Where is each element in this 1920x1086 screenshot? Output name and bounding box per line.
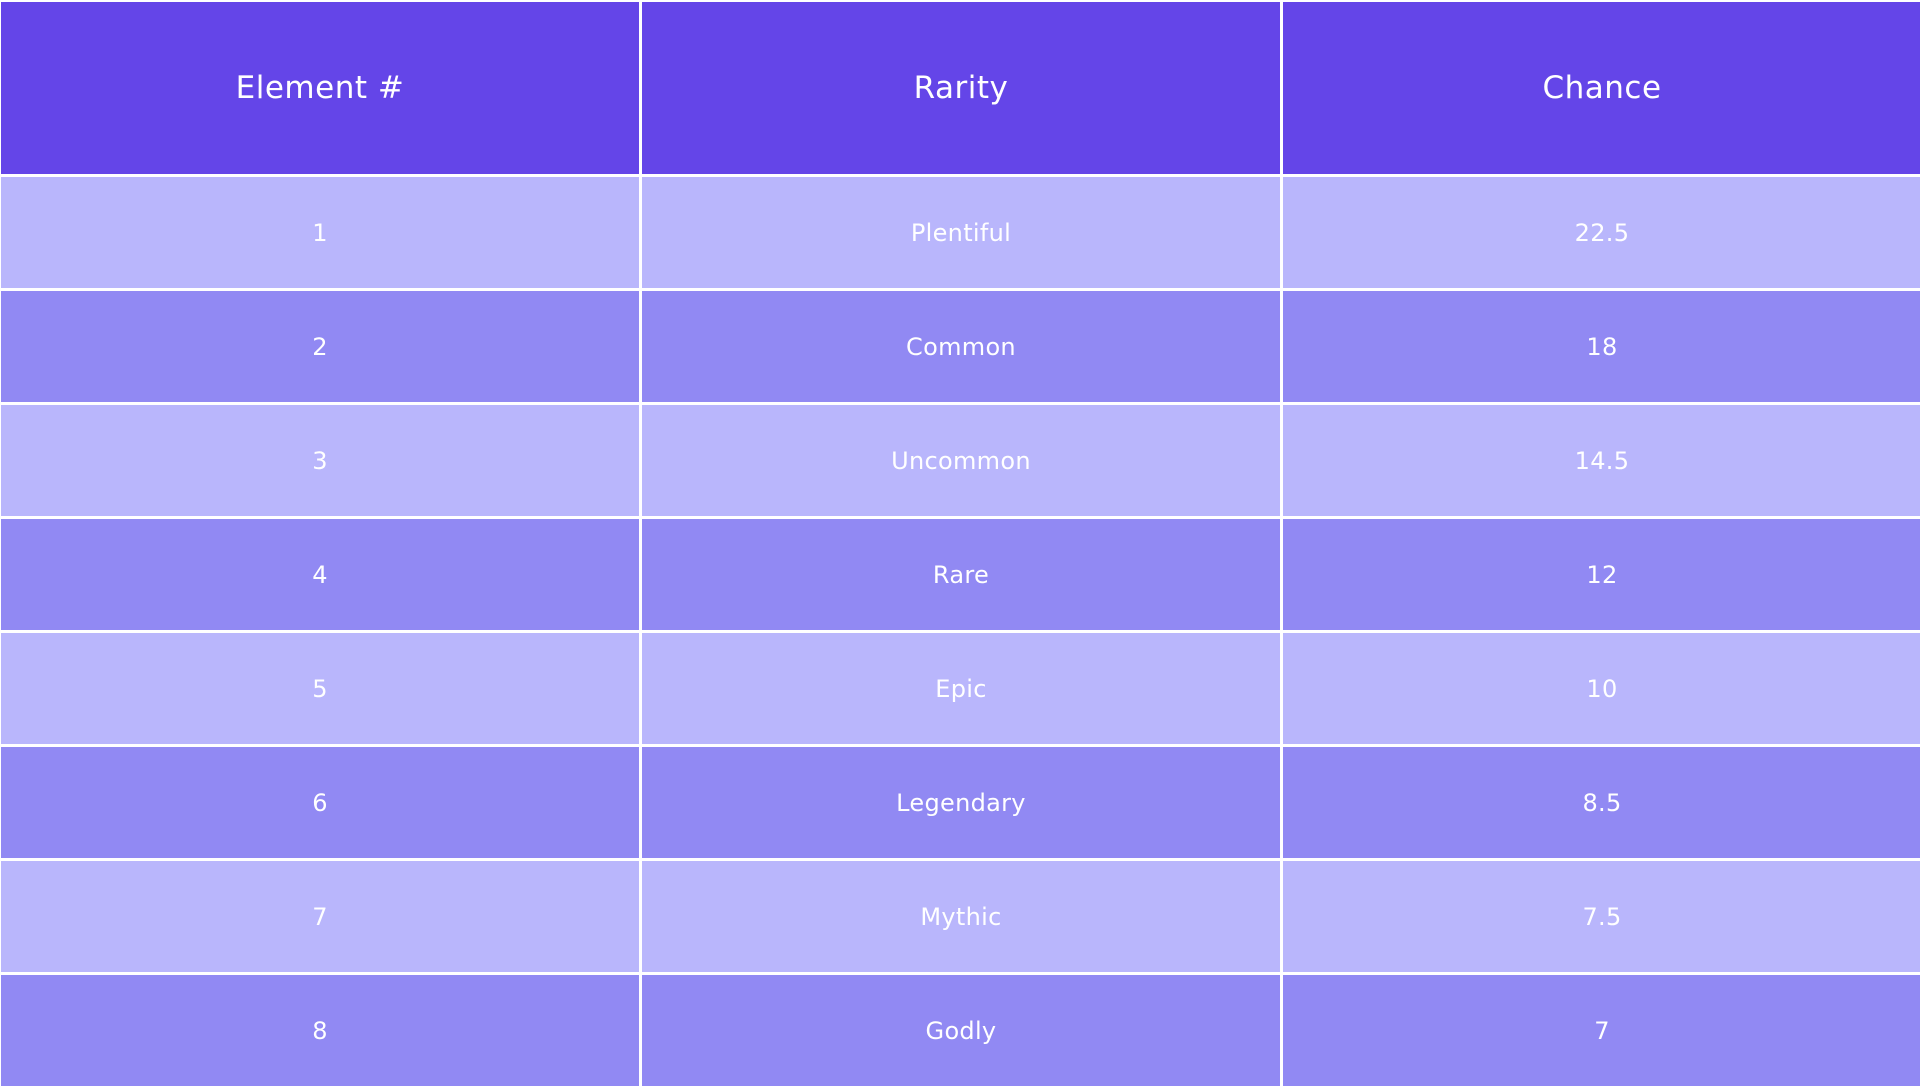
cell-rarity: Epic [642, 633, 1280, 744]
cell-rarity: Uncommon [642, 405, 1280, 516]
cell-element: 7 [1, 861, 639, 972]
cell-element: 5 [1, 633, 639, 744]
cell-chance: 12 [1283, 519, 1920, 630]
cell-element: 8 [1, 975, 639, 1086]
cell-rarity: Plentiful [642, 177, 1280, 288]
cell-chance: 7 [1283, 975, 1920, 1086]
column-header-rarity: Rarity [642, 2, 1280, 174]
cell-element: 1 [1, 177, 639, 288]
cell-element: 2 [1, 291, 639, 402]
column-header-element: Element # [1, 2, 639, 174]
cell-chance: 10 [1283, 633, 1920, 744]
cell-chance: 14.5 [1283, 405, 1920, 516]
cell-rarity: Legendary [642, 747, 1280, 858]
cell-chance: 7.5 [1283, 861, 1920, 972]
cell-rarity: Godly [642, 975, 1280, 1086]
rarity-table: Element # Rarity Chance 1 Plentiful 22.5… [0, 0, 1920, 1086]
cell-chance: 18 [1283, 291, 1920, 402]
cell-element: 3 [1, 405, 639, 516]
cell-chance: 22.5 [1283, 177, 1920, 288]
cell-rarity: Rare [642, 519, 1280, 630]
cell-element: 6 [1, 747, 639, 858]
cell-rarity: Common [642, 291, 1280, 402]
column-header-chance: Chance [1283, 2, 1920, 174]
cell-element: 4 [1, 519, 639, 630]
cell-chance: 8.5 [1283, 747, 1920, 858]
cell-rarity: Mythic [642, 861, 1280, 972]
